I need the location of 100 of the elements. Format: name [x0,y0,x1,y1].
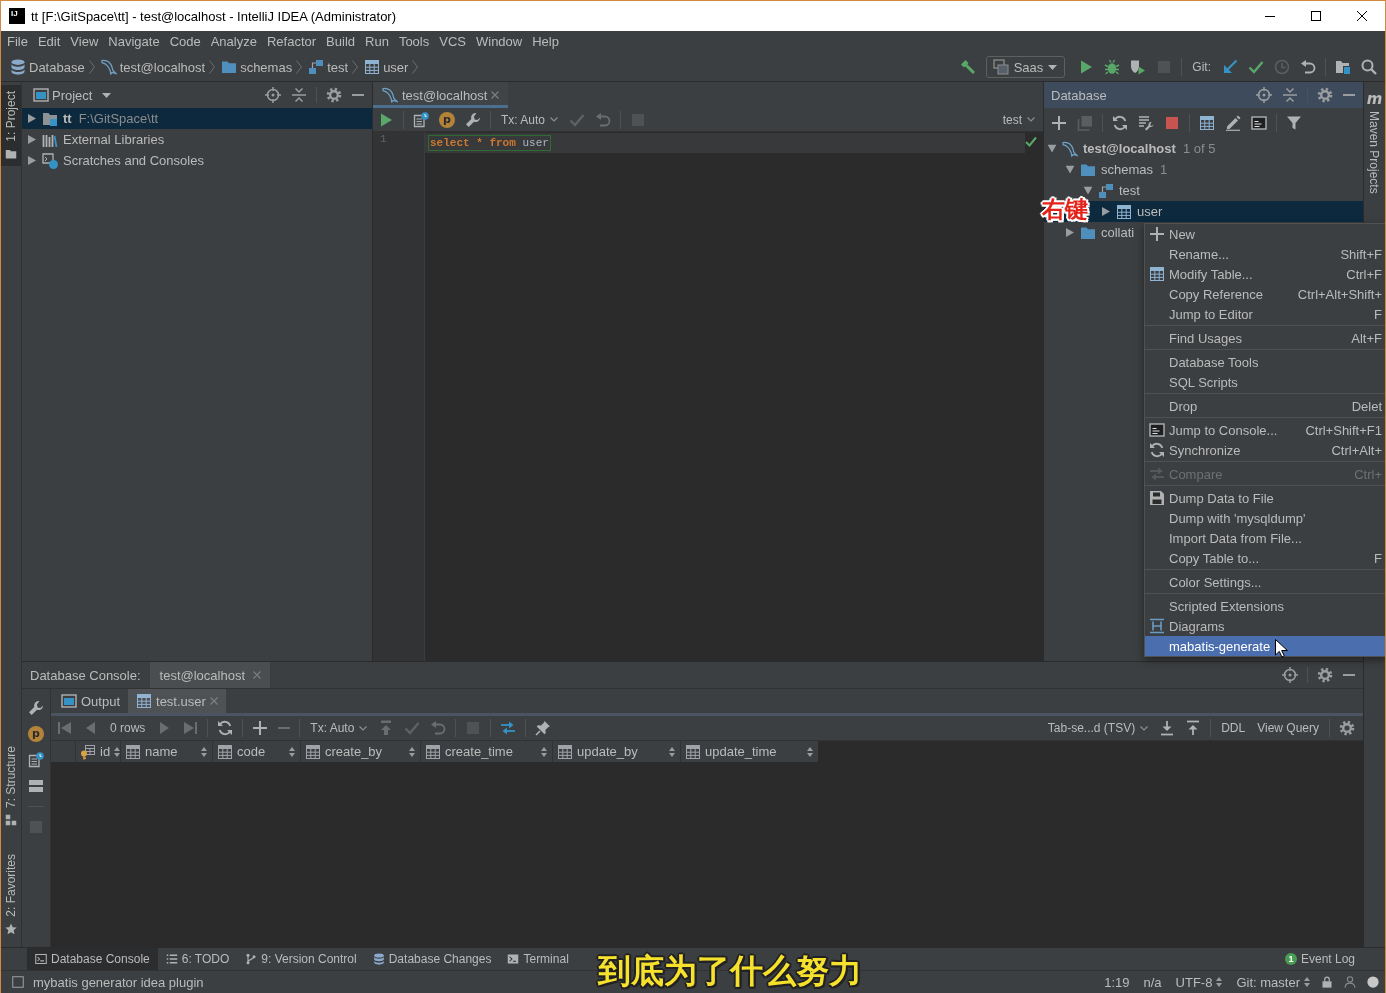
tool-window-tab[interactable]: m Maven Projects [1366,90,1383,200]
pin-icon[interactable] [535,720,552,736]
filter-icon[interactable] [1286,115,1302,131]
toolbar-dropdown[interactable]: test [1002,112,1035,127]
tree-arrow-icon[interactable] [1102,207,1110,216]
menu-item[interactable]: Scripted Extensions [1145,596,1385,616]
menu-item[interactable]: Copy Table to... F [1145,548,1385,568]
download-icon[interactable] [1159,720,1176,736]
menu-item[interactable]: New [1145,224,1385,244]
tree-item[interactable]: test@localhost 1 of 5 [1044,138,1224,159]
column-header[interactable]: code [212,741,300,762]
gear-icon[interactable] [326,87,342,103]
document-clock-icon[interactable] [28,752,44,768]
menu-item[interactable]: Rename... Shift+F [1145,244,1385,264]
toolbar-dropdown[interactable]: Tx: Auto [310,721,368,735]
menu-item[interactable]: Color Settings... [1145,572,1385,592]
breadcrumb-item[interactable]: Database [10,59,85,75]
compare-arrows-icon[interactable] [500,720,517,736]
tool-window-tab[interactable]: 1: Project [1,85,21,166]
column-header[interactable]: update_time [680,741,818,762]
tool-window-button[interactable]: Terminal [499,948,577,970]
maximize-icon[interactable] [1311,11,1321,21]
status-item[interactable]: n/a [1143,974,1162,990]
menu-item[interactable]: Help [527,31,564,53]
menu-item[interactable]: Diagrams [1145,616,1385,636]
gear-icon[interactable] [1339,720,1355,736]
gear-icon[interactable] [1317,87,1333,103]
menu-item[interactable]: Synchronize Ctrl+Alt+ [1145,440,1385,460]
document-clock-icon[interactable] [413,111,429,128]
tree-item[interactable]: collati [1044,222,1143,243]
toolbar-dropdown[interactable]: Tab-se...d (TSV) [1047,721,1149,735]
menu-item[interactable]: Import Data from File... [1145,528,1385,548]
breadcrumb-item[interactable]: test [308,59,349,75]
list-wrench-icon[interactable] [1138,115,1154,131]
tree-arrow-icon[interactable] [28,135,36,144]
shield-play-icon[interactable] [1130,59,1147,75]
minimize-icon[interactable] [1265,15,1275,17]
square-icon[interactable] [12,976,24,988]
menu-item[interactable]: Find Usages Alt+F [1145,328,1385,348]
menu-item[interactable]: Modify Table... Ctrl+F [1145,264,1385,284]
menu-item[interactable]: File [2,31,33,53]
column-header[interactable]: update_by [552,741,680,762]
plus-icon[interactable] [252,720,269,736]
upload-icon[interactable] [1185,720,1202,736]
tree-item[interactable]: External Libraries [22,129,173,150]
tree-arrow-icon[interactable] [1066,228,1074,237]
refresh-icon[interactable] [1112,115,1128,131]
bug-icon[interactable] [1104,59,1121,75]
column-header[interactable]: id [75,741,120,762]
refresh-icon[interactable] [217,720,234,736]
breadcrumb-item[interactable]: schemas [221,59,293,75]
tool-window-tab[interactable]: 2: Favorites [1,848,21,941]
toolbar-button[interactable]: DDL [1221,721,1246,735]
collapse-all-icon[interactable] [291,87,307,103]
tree-arrow-icon[interactable] [28,114,36,123]
breadcrumb-item[interactable]: user [364,59,409,75]
status-item[interactable]: 1:19 [1104,974,1130,990]
event-log-button[interactable]: Event Log [1300,952,1355,966]
menu-item[interactable]: View [65,31,104,53]
tree-arrow-icon[interactable] [1065,165,1075,174]
status-item[interactable]: Git: master [1236,974,1300,990]
toolbar-button[interactable]: View Query [1257,721,1319,735]
tree-arrow-icon[interactable] [28,156,36,165]
menu-item[interactable]: Refactor [261,31,322,53]
tree-arrow-icon[interactable] [1083,186,1093,195]
gear-icon[interactable] [1317,667,1333,683]
tool-window-button[interactable]: 9: Version Control [237,948,365,970]
toolbar-dropdown[interactable]: Tx: Auto [501,112,559,127]
collapse-all-icon[interactable] [1282,87,1298,103]
tool-window-button[interactable]: 6: TODO [157,948,238,970]
menu-item[interactable]: Dump with 'mysqldump' [1145,508,1385,528]
run-icon[interactable] [378,111,394,128]
undo-icon[interactable] [1300,59,1316,75]
tree-item[interactable]: tt F:\GitSpace\tt [22,108,372,129]
crosshair-icon[interactable] [1256,87,1272,103]
menu-item[interactable]: SQL Scripts [1145,372,1385,392]
hammer-icon[interactable] [959,59,976,75]
diagonal-arrow-icon[interactable] [1222,59,1238,75]
status-item[interactable]: UTF-8 [1175,974,1213,990]
column-header[interactable]: create_by [300,741,420,762]
menu-item[interactable]: Run [360,31,394,53]
menu-item[interactable]: Code [164,31,206,53]
result-tab[interactable]: test.user [128,689,226,713]
plus-icon[interactable] [1051,115,1067,131]
letter-p-icon[interactable]: p [28,726,44,742]
console-tab[interactable]: test@localhost [149,662,271,688]
menu-item[interactable]: Edit [32,31,66,53]
wrench-icon[interactable] [465,111,481,128]
breadcrumb-item[interactable]: test@localhost [100,59,206,75]
result-tab[interactable]: Output [53,689,129,713]
menu-item[interactable]: Tools [393,31,435,53]
close-icon[interactable] [1357,11,1367,21]
tool-window-button[interactable]: Database Console [27,948,158,970]
run-configuration-dropdown[interactable]: Saas [985,56,1066,78]
wrench-icon[interactable] [28,700,44,716]
table-icon[interactable] [1199,115,1215,131]
menu-item[interactable]: VCS [434,31,471,53]
search-icon[interactable] [1361,59,1377,75]
menu-item[interactable]: Drop Delet [1145,396,1385,416]
menu-item[interactable]: Navigate [103,31,165,53]
